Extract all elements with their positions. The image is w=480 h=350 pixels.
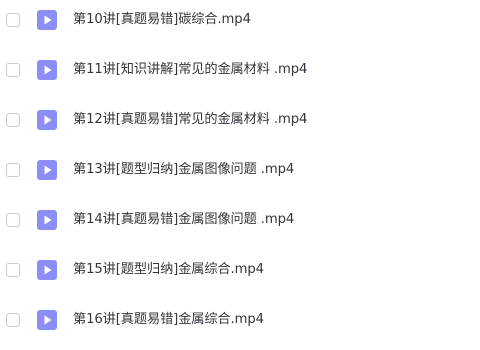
file-name[interactable]: 第10讲[真题易错]碳综合.mp4 (73, 10, 251, 30)
video-file-icon (37, 310, 57, 330)
select-checkbox[interactable] (6, 13, 20, 27)
file-name[interactable]: 第15讲[题型归纳]金属综合.mp4 (73, 260, 264, 280)
select-checkbox[interactable] (6, 163, 20, 177)
video-file-icon (37, 260, 57, 280)
file-row[interactable]: 第10讲[真题易错]碳综合.mp4 (0, 0, 480, 50)
file-row[interactable]: 第15讲[题型归纳]金属综合.mp4 (0, 250, 480, 300)
video-file-icon (37, 60, 57, 80)
file-name[interactable]: 第16讲[真题易错]金属综合.mp4 (73, 310, 264, 330)
file-row[interactable]: 第14讲[真题易错]金属图像问题 .mp4 (0, 200, 480, 250)
file-row[interactable]: 第12讲[真题易错]常见的金属材料 .mp4 (0, 100, 480, 150)
video-file-icon (37, 210, 57, 230)
file-row[interactable]: 第13讲[题型归纳]金属图像问题 .mp4 (0, 150, 480, 200)
video-file-icon (37, 10, 57, 30)
file-name[interactable]: 第14讲[真题易错]金属图像问题 .mp4 (73, 210, 294, 230)
file-list: 第10讲[真题易错]碳综合.mp4 第11讲[知识讲解]常见的金属材料 .mp4… (0, 0, 480, 350)
select-checkbox[interactable] (6, 263, 20, 277)
select-checkbox[interactable] (6, 213, 20, 227)
select-checkbox[interactable] (6, 313, 20, 327)
video-file-icon (37, 110, 57, 130)
file-name[interactable]: 第11讲[知识讲解]常见的金属材料 .mp4 (73, 60, 307, 80)
video-file-icon (37, 160, 57, 180)
select-checkbox[interactable] (6, 113, 20, 127)
file-name[interactable]: 第12讲[真题易错]常见的金属材料 .mp4 (73, 110, 307, 130)
file-row[interactable]: 第11讲[知识讲解]常见的金属材料 .mp4 (0, 50, 480, 100)
file-row[interactable]: 第16讲[真题易错]金属综合.mp4 (0, 300, 480, 350)
select-checkbox[interactable] (6, 63, 20, 77)
file-name[interactable]: 第13讲[题型归纳]金属图像问题 .mp4 (73, 160, 294, 180)
